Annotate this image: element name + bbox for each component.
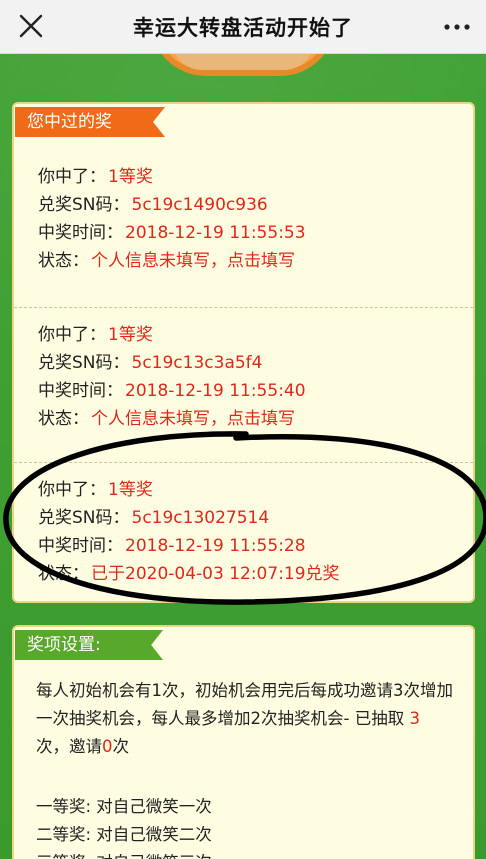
time-row: 中奖时间： 2018-12-19 11:55:28 [38, 536, 306, 556]
prize-row: 你中了： 1等奖 [38, 167, 153, 187]
status-row[interactable]: 状态： 个人信息未填写，点击填写 [38, 404, 295, 429]
win-entry: 你中了： 1等奖 兑奖SN码： 5c19c1490c936 中奖时间： 2018-12… [14, 152, 473, 308]
rules-panel: 奖项设置: 每人初始机会有1次，初始机会用完后每成功邀请3次增加一次抽奖机会，每… [12, 625, 475, 859]
prize-tier: 二等奖: 对自己微笑二次 [36, 825, 212, 844]
prize-value: 1等奖 [108, 325, 153, 345]
time-row: 中奖时间： 2018-12-19 11:55:40 [38, 381, 306, 401]
sn-value: 5c19c13027514 [131, 508, 270, 528]
status-row[interactable]: 状态： 个人信息未填写，点击填写 [38, 246, 295, 271]
prize-value: 1等奖 [108, 167, 153, 187]
more-dots-icon[interactable] [442, 14, 472, 40]
invite-count: 0 [102, 737, 113, 756]
drawn-count: 3 [409, 709, 420, 728]
win-entry: 你中了： 1等奖 兑奖SN码： 5c19c13c3a5f4 中奖时间： 2018-12… [14, 307, 473, 463]
wins-panel: 您中过的奖 你中了： 1等奖 兑奖SN码： 5c19c1490c936 中奖时间： 2… [12, 102, 475, 603]
top-navbar: 幸运大转盘活动开始了 [0, 0, 486, 54]
win-entry: 你中了： 1等奖 兑奖SN码： 5c19c13027514 中奖时间： 2018-12… [14, 462, 473, 618]
sn-row: 兑奖SN码： 5c19c13027514 [38, 508, 270, 528]
prize-row: 你中了： 1等奖 [38, 325, 153, 345]
sn-row: 兑奖SN码： 5c19c13c3a5f4 [38, 353, 263, 373]
prize-row: 你中了： 1等奖 [38, 480, 153, 500]
wins-panel-header: 您中过的奖 [15, 107, 165, 137]
status-link: 个人信息未填写，点击填写 [91, 409, 295, 429]
status-link: 个人信息未填写，点击填写 [91, 251, 295, 271]
time-value: 2018-12-19 11:55:40 [125, 381, 306, 401]
page-title: 幸运大转盘活动开始了 [133, 15, 353, 40]
close-icon[interactable] [18, 13, 44, 39]
status-row: 状态： 已于2020-04-03 12:07:19兑奖 [38, 564, 340, 584]
time-row: 中奖时间： 2018-12-19 11:55:53 [38, 223, 306, 243]
sn-value: 5c19c13c3a5f4 [131, 353, 263, 373]
prize-tier: 三等奖: 对自己微笑三次 [36, 849, 212, 859]
time-value: 2018-12-19 11:55:28 [125, 536, 306, 556]
sn-value: 5c19c1490c936 [131, 195, 268, 215]
rules-description: 每人初始机会有1次，初始机会用完后每成功邀请3次增加一次抽奖机会，每人最多增加2… [36, 681, 453, 756]
prize-value: 1等奖 [108, 480, 153, 500]
time-value: 2018-12-19 11:55:53 [125, 223, 306, 243]
prize-tier: 一等奖: 对自己微笑一次 [36, 797, 212, 816]
sn-row: 兑奖SN码： 5c19c1490c936 [38, 195, 268, 215]
status-value: 已于2020-04-03 12:07:19兑奖 [91, 564, 340, 584]
rules-panel-header: 奖项设置: [15, 630, 163, 660]
